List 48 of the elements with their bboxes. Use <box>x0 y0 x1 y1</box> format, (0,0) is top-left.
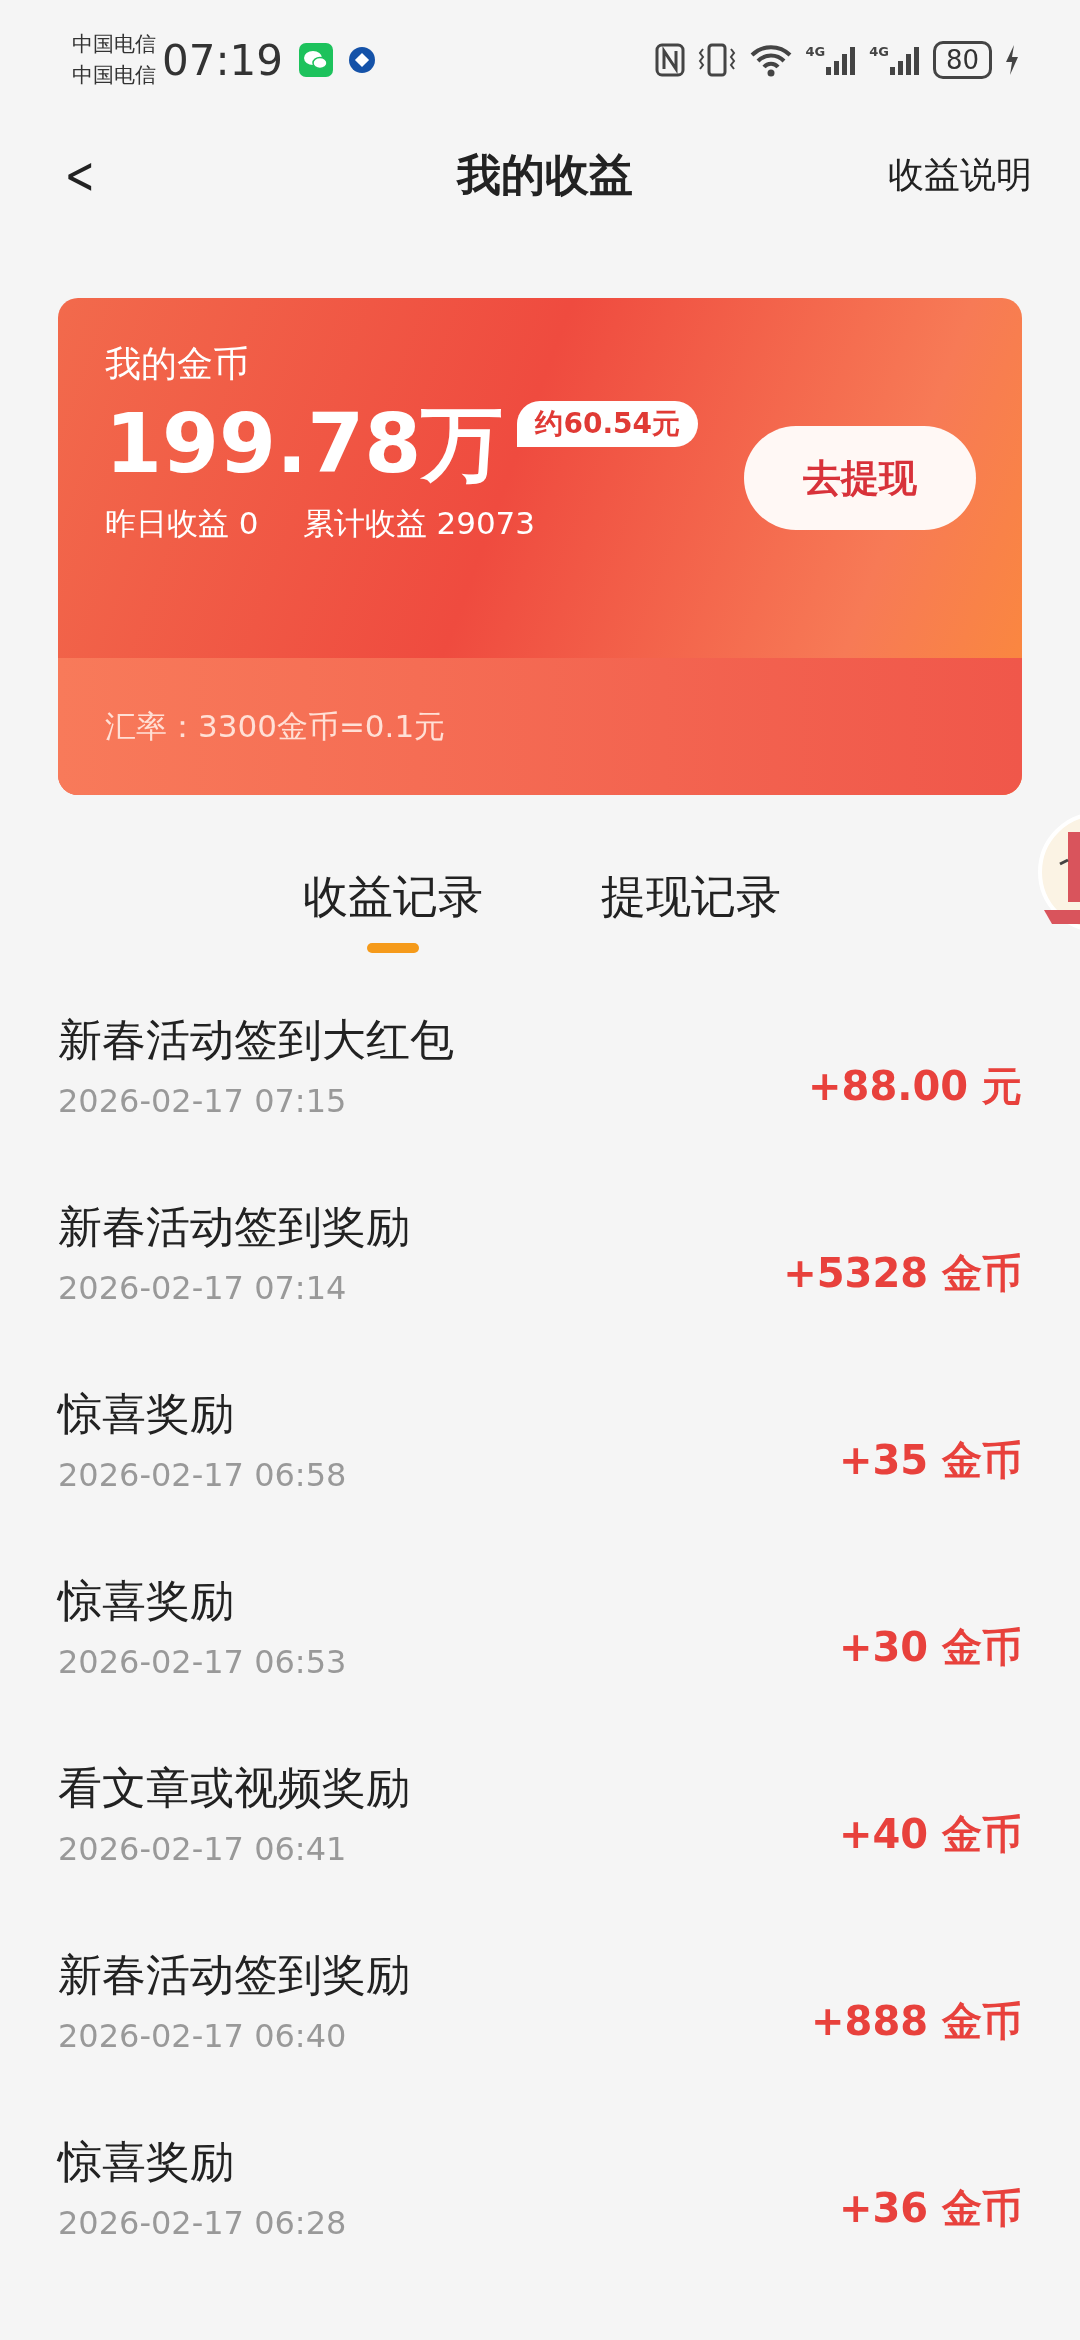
tab[interactable]: 收益记录 <box>303 867 483 953</box>
record-time: 2026-02-17 07:15 <box>58 1082 348 1120</box>
vibrate-icon <box>697 43 738 77</box>
withdraw-button[interactable]: 去提现 <box>744 426 976 530</box>
chat-app-icon <box>299 43 334 77</box>
charging-icon <box>1004 44 1020 76</box>
record-amount: +5328 金币 <box>783 1249 1022 1298</box>
clock-time: 07:19 <box>162 35 284 85</box>
signal-icon <box>825 45 858 75</box>
record-time: 2026-02-17 06:53 <box>58 1643 347 1681</box>
record-title: 惊喜奖励 <box>58 1574 235 1628</box>
wifi-icon <box>749 43 794 77</box>
record-title: 惊喜奖励 <box>58 2135 235 2189</box>
record-title: 惊喜奖励 <box>58 1387 235 1441</box>
coin-amount: 199.78万 <box>105 395 504 493</box>
record-time: 2026-02-17 06:40 <box>58 2017 348 2055</box>
record-amount: +36 金币 <box>838 2184 1022 2233</box>
network-type: 4G <box>869 45 889 59</box>
battery-level: 80 <box>932 41 992 79</box>
record-time: 2026-02-17 07:14 <box>58 1269 348 1307</box>
record-amount: +40 金币 <box>838 1810 1022 1859</box>
total-earnings: 累计收益 29073 <box>302 504 536 543</box>
floating-widget-icon[interactable] <box>1038 812 1080 932</box>
bank-app-icon <box>347 45 378 75</box>
record-amount: +88.00 元 <box>808 1062 1022 1111</box>
record-title: 新春活动签到奖励 <box>58 1948 410 2002</box>
carrier-name: 中国电信 <box>72 31 156 58</box>
earnings-info-link[interactable]: 收益说明 <box>888 150 1032 200</box>
cash-value-tag: 约60.54元 <box>517 401 698 447</box>
record-title: 新春活动签到大红包 <box>58 1013 454 1067</box>
record-title: 看文章或视频奖励 <box>58 1761 410 1815</box>
card-label: 我的金币 <box>105 342 250 386</box>
record-time: 2026-02-17 06:58 <box>58 1456 347 1494</box>
back-button[interactable]: < <box>64 145 96 205</box>
record-time: 2026-02-17 06:28 <box>58 2204 347 2242</box>
record-amount: +35 金币 <box>838 1436 1022 1485</box>
record-time: 2026-02-17 06:41 <box>58 1830 348 1868</box>
tab[interactable]: 提现记录 <box>601 867 781 953</box>
nfc-icon <box>655 43 686 77</box>
signal-icon <box>888 45 921 75</box>
network-type: 4G <box>805 45 826 59</box>
yesterday-earnings: 昨日收益 0 <box>105 504 259 543</box>
carrier-name: 中国电信 <box>72 62 156 89</box>
exchange-rate: 汇率：3300金币=0.1元 <box>105 706 446 746</box>
page-title: 我的收益 <box>457 147 633 202</box>
record-amount: +30 金币 <box>838 1623 1022 1672</box>
record-amount: +888 金币 <box>811 1997 1022 2046</box>
record-title: 新春活动签到奖励 <box>58 1200 410 1254</box>
